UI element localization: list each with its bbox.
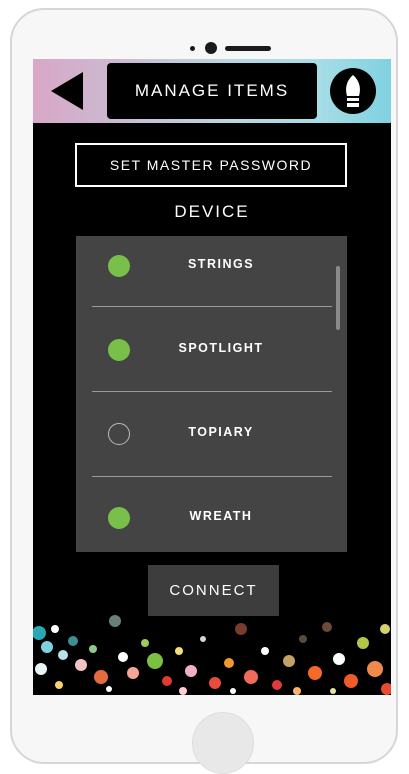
selected-indicator-icon [108,255,130,277]
app-screen: MANAGE ITEMS SET MASTER PASSWORD DEVICE … [33,59,391,695]
device-name: STRINGS [187,257,255,271]
page-title: MANAGE ITEMS [107,63,317,119]
header-bar: MANAGE ITEMS [33,59,391,123]
list-scrollbar[interactable] [336,266,340,330]
device-name: WREATH [189,509,253,523]
list-divider [92,476,332,477]
list-divider [92,391,332,392]
device-section-label: DEVICE [174,202,250,221]
confetti-decoration [33,615,391,695]
light-bulb-icon[interactable] [329,67,377,115]
front-sensor [190,46,195,51]
device-name: SPOTLIGHT [178,341,264,355]
device-name: TOPIARY [188,425,254,439]
device-item-strings[interactable]: STRINGS [76,236,347,296]
selected-indicator-icon [108,507,130,529]
device-item-spotlight[interactable]: SPOTLIGHT [76,320,347,380]
unselected-indicator-icon [108,423,130,445]
home-button[interactable] [192,712,254,774]
list-divider [92,306,332,307]
device-list: STRINGS SPOTLIGHT TOPIARY WREATH [76,236,347,552]
front-camera [205,42,217,54]
device-item-wreath[interactable]: WREATH [76,488,347,548]
set-master-password-button[interactable]: SET MASTER PASSWORD [75,143,347,187]
device-item-topiary[interactable]: TOPIARY [76,404,347,464]
selected-indicator-icon [108,339,130,361]
back-arrow-icon[interactable] [47,70,87,112]
earpiece-speaker [225,46,271,51]
